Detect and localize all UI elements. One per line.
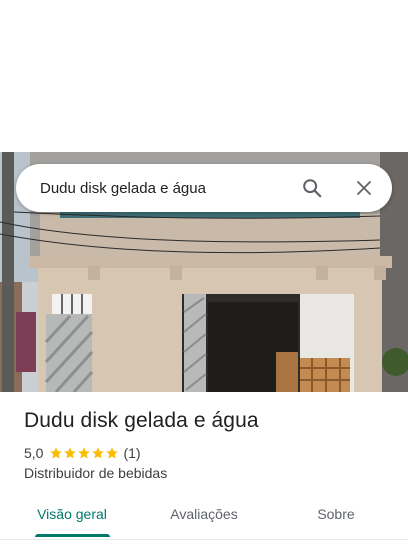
star-icon (64, 447, 77, 459)
search-icon[interactable] (292, 168, 332, 208)
tab-reviews[interactable]: Avaliações (154, 490, 254, 538)
place-tabs: Visão geral Avaliações Sobre (0, 490, 408, 540)
close-icon[interactable] (344, 168, 384, 208)
star-icon (78, 447, 91, 459)
rating-value: 5,0 (24, 445, 44, 461)
active-tab-indicator (35, 534, 110, 537)
place-title: Dudu disk gelada e água (24, 409, 259, 432)
star-icon (106, 447, 119, 459)
search-bar[interactable]: Dudu disk gelada e água (16, 164, 392, 212)
review-count: (1) (123, 445, 141, 461)
rating-stars (49, 446, 119, 460)
rating-row[interactable]: 5,0 (1) (24, 444, 141, 462)
tab-overview[interactable]: Visão geral (22, 490, 122, 538)
search-input[interactable]: Dudu disk gelada e água (16, 180, 292, 197)
place-category: Distribuidor de bebidas (24, 465, 168, 481)
star-icon (50, 447, 63, 459)
star-icon (92, 447, 105, 459)
tab-about[interactable]: Sobre (286, 490, 386, 538)
